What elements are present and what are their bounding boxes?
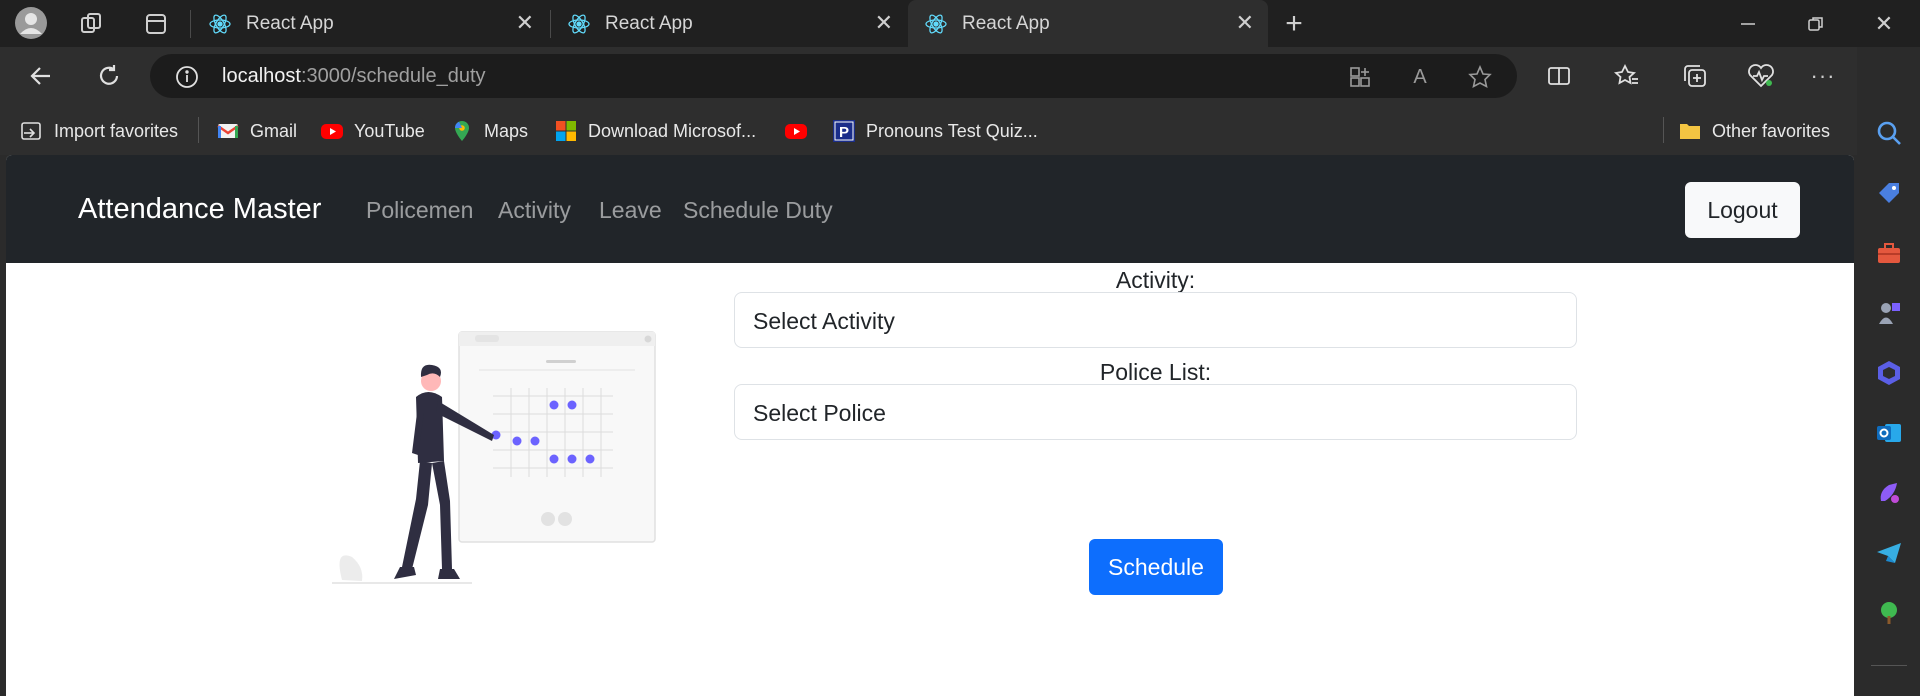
favorite-label: Maps — [484, 120, 529, 141]
tab-react-app-1[interactable]: React App ✕ — [192, 0, 548, 47]
favorite-label: Import favorites — [54, 120, 179, 141]
outlook-icon[interactable] — [1875, 419, 1903, 447]
favorite-import[interactable]: Import favorites — [20, 118, 178, 144]
designer-icon[interactable] — [1875, 479, 1903, 507]
url-path: :3000/schedule_duty — [300, 65, 486, 87]
edge-sidebar — [1857, 47, 1920, 696]
back-icon[interactable] — [26, 61, 56, 91]
favorites-bar: Import favorites Gmail YouTube Maps Down… — [0, 105, 1860, 155]
favorite-gmail[interactable]: Gmail — [216, 118, 297, 144]
favorite-pronouns[interactable]: P Pronouns Test Quiz... — [832, 118, 1038, 144]
refresh-icon[interactable] — [94, 61, 124, 91]
tab-react-app-3[interactable]: React App ✕ — [908, 0, 1268, 47]
favorite-label: Download Microsof... — [588, 120, 757, 141]
react-icon — [568, 14, 590, 34]
browser-tab-bar: React App ✕ React App ✕ React App ✕ + ✕ — [0, 0, 1920, 47]
restore-icon[interactable] — [1802, 10, 1830, 38]
close-window-icon[interactable]: ✕ — [1870, 10, 1898, 38]
collections-icon[interactable] — [1680, 61, 1710, 91]
tab-separator — [190, 10, 191, 38]
tab-react-app-2[interactable]: React App ✕ — [551, 0, 907, 47]
search-icon[interactable] — [1875, 119, 1903, 147]
app-brand[interactable]: Attendance Master — [78, 193, 321, 226]
tree-icon[interactable] — [1875, 599, 1903, 627]
nav-link-leave[interactable]: Leave — [599, 197, 662, 224]
microsoft-365-icon[interactable] — [1875, 359, 1903, 387]
nav-link-schedule-duty[interactable]: Schedule Duty — [683, 197, 833, 224]
maps-icon — [455, 121, 469, 141]
react-icon — [209, 14, 231, 34]
favorites-icon[interactable] — [1612, 61, 1642, 91]
microsoft-icon — [556, 121, 576, 141]
address-bar[interactable]: localhost:3000/schedule_duty A — [150, 54, 1517, 98]
url-host: localhost — [222, 65, 301, 87]
close-icon[interactable]: ✕ — [875, 10, 893, 36]
react-icon — [925, 14, 947, 34]
favorite-label: Pronouns Test Quiz... — [866, 120, 1038, 141]
workspaces-icon[interactable] — [78, 10, 106, 38]
minimize-icon[interactable] — [1734, 10, 1762, 38]
activity-label: Activity: — [1115, 267, 1196, 293]
new-tab-icon[interactable]: + — [1278, 7, 1310, 40]
page-viewport: Attendance Master Policemen Activity Lea… — [6, 155, 1854, 696]
split-screen-icon[interactable] — [1544, 61, 1574, 91]
app-available-icon[interactable] — [1347, 64, 1373, 90]
police-list-label: Police List: — [1099, 359, 1212, 385]
import-icon — [21, 122, 41, 140]
browser-toolbar: localhost:3000/schedule_duty A ··· — [0, 47, 1920, 105]
shopping-tag-icon[interactable] — [1875, 179, 1903, 207]
more-options-icon[interactable]: ··· — [1808, 61, 1838, 91]
nav-link-policemen[interactable]: Policemen — [366, 197, 473, 224]
read-aloud-icon[interactable]: A — [1407, 64, 1433, 90]
police-select[interactable]: Select Police — [734, 384, 1577, 440]
favorite-youtube[interactable]: YouTube — [320, 118, 425, 144]
favorites-divider — [198, 117, 199, 143]
favorite-other-folder[interactable]: Other favorites — [1678, 118, 1830, 144]
favorite-maps[interactable]: Maps — [450, 118, 528, 144]
activity-select[interactable]: Select Activity — [734, 292, 1577, 348]
favorite-label: Gmail — [250, 120, 298, 141]
tab-label: React App — [962, 13, 1050, 34]
telegram-icon[interactable] — [1875, 539, 1903, 567]
favorite-youtube-2[interactable] — [784, 118, 818, 144]
schedule-illustration — [332, 331, 656, 584]
tools-icon[interactable] — [1875, 239, 1903, 267]
schedule-button[interactable]: Schedule — [1089, 539, 1223, 595]
favorite-label: YouTube — [354, 120, 425, 141]
sidebar-divider — [1871, 665, 1907, 666]
pronouns-icon: P — [833, 120, 855, 142]
youtube-icon — [321, 124, 343, 139]
logout-button[interactable]: Logout — [1685, 182, 1800, 238]
app-navbar: Attendance Master Policemen Activity Lea… — [6, 155, 1854, 263]
favorite-microsoft[interactable]: Download Microsof... — [554, 118, 756, 144]
youtube-icon — [785, 124, 807, 139]
svg-text:P: P — [839, 124, 849, 141]
tab-actions-icon[interactable] — [142, 10, 170, 38]
tab-label: React App — [246, 13, 334, 34]
folder-icon — [1680, 124, 1700, 139]
games-icon[interactable] — [1875, 299, 1903, 327]
browser-essentials-icon[interactable] — [1746, 61, 1776, 91]
favorites-divider — [1663, 117, 1664, 143]
tab-label: React App — [605, 13, 693, 34]
favorite-label: Other favorites — [1712, 120, 1831, 141]
profile-avatar[interactable] — [14, 6, 48, 40]
close-icon[interactable]: ✕ — [1236, 10, 1254, 36]
url-text[interactable]: localhost:3000/schedule_duty — [222, 65, 486, 88]
gmail-icon — [217, 124, 239, 138]
info-icon[interactable] — [174, 64, 200, 90]
favorite-star-icon[interactable] — [1467, 64, 1493, 90]
close-icon[interactable]: ✕ — [516, 10, 534, 36]
nav-link-activity[interactable]: Activity — [498, 197, 571, 224]
